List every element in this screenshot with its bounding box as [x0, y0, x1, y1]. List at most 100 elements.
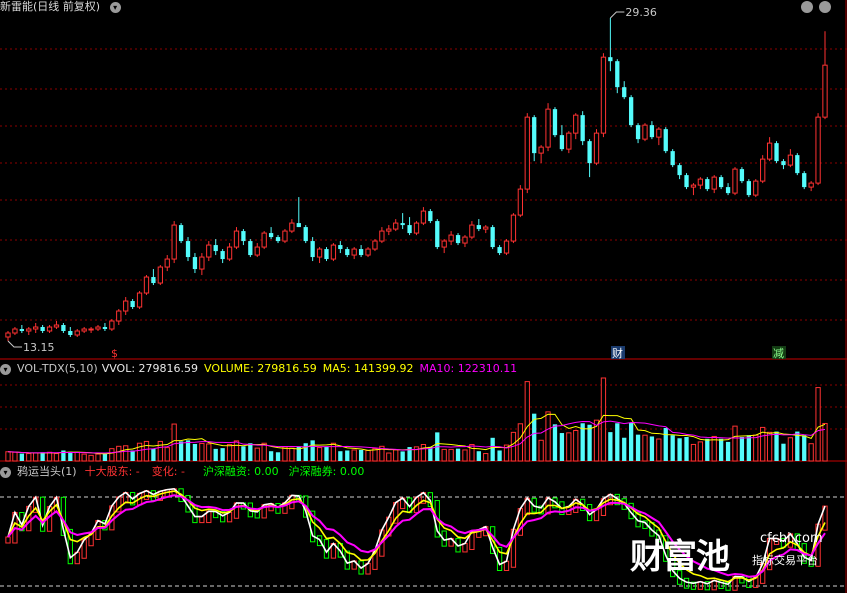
- volume-bar-down: [324, 446, 329, 461]
- ma10-value: MA10: 122310.11: [419, 362, 518, 375]
- window-close-icon[interactable]: [819, 1, 831, 13]
- candle-body-up: [33, 326, 39, 330]
- volume-bar-up: [351, 449, 357, 462]
- candle-body-up: [233, 230, 240, 248]
- volume-bar-up: [123, 445, 129, 462]
- volume-bar-up: [766, 431, 773, 462]
- candle-body-up: [441, 240, 447, 248]
- volume-bar-up: [566, 432, 572, 462]
- volume-bar-down: [303, 443, 308, 461]
- candle-body-up: [143, 276, 150, 294]
- volume-bar-up: [441, 448, 447, 462]
- volume-bar-up: [226, 444, 233, 462]
- indicator-step-up: [5, 536, 11, 544]
- volume-header: ▾ VOL-TDX(5,10) VVOL: 279816.59 VOLUME: 279…: [0, 362, 523, 376]
- low-price-marker: [7, 340, 22, 348]
- candle-body-down: [587, 141, 592, 164]
- volume-bar-up: [822, 422, 828, 462]
- volume-bar-up: [136, 442, 143, 462]
- volume-bar-down: [739, 436, 745, 461]
- candlestick-panel[interactable]: [5, 11, 828, 348]
- window-zoom-icon[interactable]: [801, 1, 813, 13]
- volume-bar-down: [275, 452, 281, 461]
- candle-body-up: [386, 228, 392, 232]
- candle-body-down: [622, 87, 627, 98]
- margin-financing: 沪深融资: 0.00: [202, 465, 279, 478]
- candle-body-down: [400, 223, 405, 226]
- candle-body-down: [345, 249, 350, 256]
- volume-bar-up: [109, 448, 115, 462]
- candle-body-down: [310, 241, 315, 258]
- chevron-down-icon[interactable]: ▾: [109, 1, 121, 13]
- candle-body-up: [26, 328, 32, 332]
- chevron-down-icon[interactable]: ▾: [0, 363, 11, 375]
- candle-body-down: [580, 115, 585, 142]
- volume-bar-up: [538, 439, 544, 462]
- volume-bar-up: [690, 443, 697, 462]
- volume-bar-up: [393, 449, 399, 462]
- volume-bar-down: [746, 435, 751, 461]
- volume-bar-up: [600, 377, 607, 462]
- candle-body-up: [642, 124, 648, 140]
- chevron-down-icon[interactable]: ▾: [0, 466, 11, 478]
- volume-bar-up: [656, 438, 662, 462]
- volume-bar-up: [448, 448, 454, 462]
- volume-bar-up: [171, 423, 177, 462]
- volume-bar-up: [233, 440, 240, 462]
- volume-bar-up: [753, 434, 759, 462]
- volume-bar-up: [26, 453, 32, 462]
- volume-bar-up: [420, 444, 427, 462]
- candle-body-down: [407, 225, 412, 234]
- candle-body-down: [802, 173, 807, 188]
- volume-bar-down: [40, 452, 45, 461]
- candle-body-up: [88, 328, 94, 331]
- candle-body-up: [538, 146, 544, 154]
- volume-bar-up: [545, 411, 551, 462]
- candle-body-down: [220, 251, 225, 260]
- candle-body-up: [109, 320, 115, 330]
- candle-body-up: [573, 114, 579, 134]
- candle-body-up: [517, 188, 524, 216]
- indicator-step-up: [199, 516, 205, 524]
- candle-body-up: [545, 108, 551, 148]
- high-price-marker: [610, 11, 625, 19]
- top-shareholders: 十大股东: -: [84, 465, 140, 478]
- candle-body-up: [226, 246, 233, 260]
- candle-body-up: [74, 330, 80, 336]
- candle-body-down: [615, 61, 620, 88]
- candle-body-down: [628, 97, 634, 126]
- candle-body-up: [760, 158, 766, 182]
- candle-body-up: [462, 236, 468, 244]
- candle-body-up: [116, 310, 122, 322]
- candle-body-up: [12, 328, 18, 334]
- candle-body-up: [753, 180, 759, 196]
- vol-indicator-name: VOL-TDX(5,10): [17, 362, 98, 375]
- candle-body-down: [102, 327, 108, 330]
- volume-bar-down: [268, 451, 274, 461]
- volume-bar-down: [670, 435, 675, 461]
- candle-body-down: [213, 245, 218, 252]
- volume-bar-up: [12, 451, 18, 462]
- candle-body-down: [795, 155, 800, 174]
- volume-bar-up: [88, 454, 94, 462]
- volume-bar-down: [19, 453, 24, 461]
- candle-body-up: [372, 240, 378, 250]
- volume-bar-down: [220, 448, 225, 461]
- candle-body-down: [68, 331, 73, 336]
- watermark-logo: 财富池 cfchi.com 指标交易平台: [630, 525, 823, 577]
- candle-body-up: [711, 176, 717, 190]
- candle-body-up: [379, 230, 385, 242]
- volume-bar-down: [497, 450, 502, 461]
- candle-body-up: [171, 224, 177, 260]
- candle-body-up: [199, 256, 205, 270]
- volume-panel[interactable]: [5, 377, 828, 462]
- volume-bar-down: [490, 437, 495, 461]
- volume-bar-down: [185, 440, 191, 461]
- candle-body-up: [136, 292, 143, 308]
- candle-body-down: [718, 177, 724, 188]
- volume-bar-down: [684, 436, 689, 461]
- volume-bar-up: [157, 440, 163, 462]
- candle-body-down: [532, 117, 537, 154]
- candle-body-up: [690, 184, 697, 188]
- indicator-name: 鸦运当头(1): [17, 465, 77, 478]
